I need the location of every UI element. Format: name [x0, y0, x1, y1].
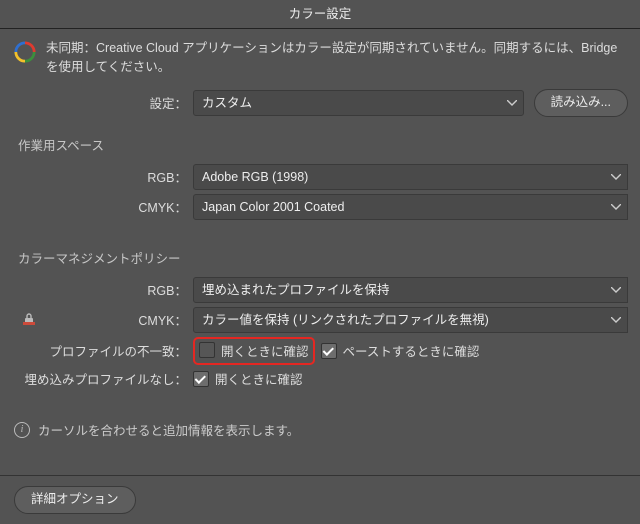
workspace-cmyk-value: Japan Color 2001 Coated [202, 200, 344, 214]
advanced-options-button[interactable]: 詳細オプション [14, 486, 136, 514]
policy-rgb-value: 埋め込まれたプロファイルを保持 [202, 283, 390, 297]
policy-rgb-row: RGB： 埋め込まれたプロファイルを保持 [0, 277, 640, 303]
workspace-rgb-value: Adobe RGB (1998) [202, 170, 308, 184]
missing-open-label: 開くときに確認 [215, 369, 303, 388]
missing-profile-row: 埋め込みプロファイルなし： 開くときに確認 [0, 369, 640, 388]
info-row: i カーソルを合わせると追加情報を表示します。 [0, 402, 640, 439]
workspace-cmyk-select[interactable]: Japan Color 2001 Coated [193, 194, 628, 220]
policy-cmyk-row: CMYK： カラー値を保持 (リンクされたプロファイルを無視) [0, 307, 640, 333]
policy-rgb-select[interactable]: 埋め込まれたプロファイルを保持 [193, 277, 628, 303]
checkbox-checked-icon [193, 371, 209, 387]
load-button[interactable]: 読み込み... [534, 89, 628, 117]
workspace-rgb-select[interactable]: Adobe RGB (1998) [193, 164, 628, 190]
chevron-down-icon [611, 204, 621, 210]
mismatch-open-label: 開くときに確認 [221, 341, 309, 360]
sync-warning-text: 未同期：Creative Cloud アプリケーションはカラー設定が同期されてい… [46, 39, 626, 77]
policy-cmyk-value: カラー値を保持 (リンクされたプロファイルを無視) [202, 313, 489, 327]
settings-value: カスタム [202, 96, 252, 110]
warning-body: Creative Cloud アプリケーションはカラー設定が同期されていません。… [46, 41, 617, 74]
checkbox-checked-icon [321, 343, 337, 359]
settings-select[interactable]: カスタム [193, 90, 524, 116]
settings-row: 設定： カスタム 読み込み... [0, 89, 640, 117]
mismatch-open-checkbox[interactable]: 開くときに確認 [199, 341, 309, 360]
footer-bar: 詳細オプション [0, 475, 640, 524]
checkbox-icon [199, 342, 215, 358]
policy-cmyk-label: CMYK： [12, 310, 193, 329]
profile-mismatch-label: プロファイルの不一致： [12, 341, 193, 360]
highlight-box: 開くときに確認 [193, 337, 315, 366]
workspace-section-title: 作業用スペース [0, 121, 640, 160]
mismatch-paste-checkbox[interactable]: ペーストするときに確認 [321, 341, 480, 360]
window-title: カラー設定 [0, 0, 640, 29]
creative-cloud-icon [14, 41, 36, 63]
workspace-rgb-row: RGB： Adobe RGB (1998) [0, 164, 640, 190]
chevron-down-icon [611, 317, 621, 323]
sync-warning-row: 未同期：Creative Cloud アプリケーションはカラー設定が同期されてい… [0, 29, 640, 85]
workspace-cmyk-row: CMYK： Japan Color 2001 Coated [0, 194, 640, 220]
lock-icon [22, 312, 38, 328]
policy-cmyk-select[interactable]: カラー値を保持 (リンクされたプロファイルを無視) [193, 307, 628, 333]
profile-mismatch-row: プロファイルの不一致： 開くときに確認 ペーストするときに確認 [0, 337, 640, 366]
workspace-cmyk-label: CMYK： [12, 197, 193, 216]
warning-prefix: 未同期： [46, 41, 96, 55]
chevron-down-icon [611, 174, 621, 180]
policy-rgb-label: RGB： [12, 280, 193, 299]
chevron-down-icon [611, 287, 621, 293]
info-icon: i [14, 422, 30, 438]
chevron-down-icon [507, 100, 517, 106]
workspace-rgb-label: RGB： [12, 167, 193, 186]
dialog-body: 未同期：Creative Cloud アプリケーションはカラー設定が同期されてい… [0, 29, 640, 524]
missing-open-checkbox[interactable]: 開くときに確認 [193, 369, 303, 388]
settings-label: 設定： [12, 93, 193, 112]
policy-section-title: カラーマネジメントポリシー [0, 234, 640, 273]
info-text: カーソルを合わせると追加情報を表示します。 [38, 420, 299, 439]
missing-profile-label: 埋め込みプロファイルなし： [12, 369, 193, 388]
mismatch-paste-label: ペーストするときに確認 [343, 341, 480, 360]
